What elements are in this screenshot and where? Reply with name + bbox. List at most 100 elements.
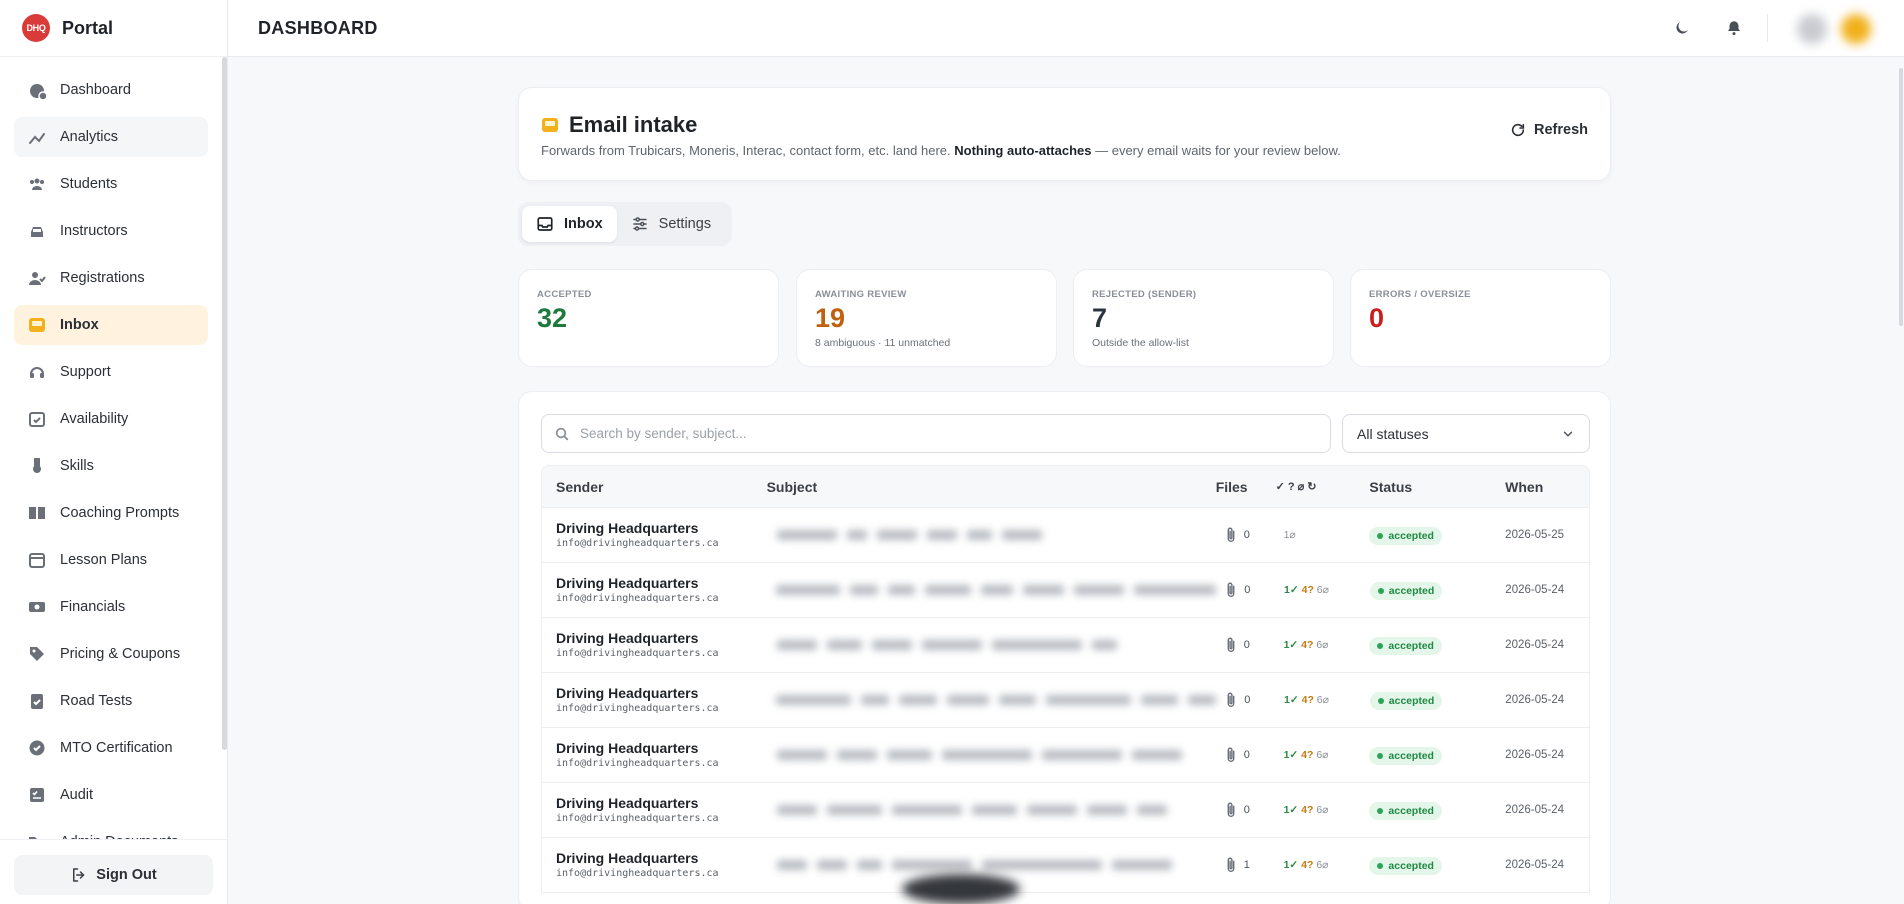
sidebar-item-availability[interactable]: Availability	[14, 399, 208, 439]
calendar-check-icon	[28, 410, 46, 428]
sender-email: info@drivingheadquarters.ca	[556, 703, 719, 714]
tab-inbox-label: Inbox	[564, 216, 603, 232]
medal-icon	[28, 457, 46, 475]
redacted-subject	[775, 630, 1216, 660]
sender-email: info@drivingheadquarters.ca	[556, 868, 719, 879]
paperclip-icon	[1227, 857, 1235, 872]
sidebar-item-pricing-coupons[interactable]: Pricing & Coupons	[14, 634, 208, 674]
flag-ok: 1✓	[1283, 804, 1299, 816]
sender-name: Driving Headquarters	[556, 850, 699, 866]
checklist-icon	[28, 786, 46, 804]
sidebar-item-label: Instructors	[60, 223, 128, 239]
flags-cell: 1✓ 4? 6⌀	[1276, 694, 1362, 706]
sidebar-scrollbar[interactable]	[222, 57, 227, 750]
redacted-subject	[775, 850, 1216, 880]
refresh-icon	[1511, 123, 1525, 137]
sidebar-item-label: Skills	[60, 458, 94, 474]
table-row[interactable]: Driving Headquarters info@drivingheadquar…	[541, 728, 1590, 783]
table-row[interactable]: Driving Headquarters info@drivingheadquar…	[541, 673, 1590, 728]
clipboard-check-icon	[28, 692, 46, 710]
subject-cell	[766, 685, 1217, 715]
when-cell: 2026-05-24	[1505, 694, 1565, 706]
header-files[interactable]: Files	[1216, 479, 1276, 495]
sidebar-item-students[interactable]: Students	[14, 164, 208, 204]
intake-title: Email intake	[541, 112, 697, 138]
files-cell: 0	[1216, 526, 1276, 544]
status-badge: accepted	[1369, 581, 1443, 600]
sidebar-item-dashboard[interactable]: Dashboard	[14, 70, 208, 110]
sidebar-item-registrations[interactable]: Registrations	[14, 258, 208, 298]
topbar: DASHBOARD	[228, 0, 1904, 57]
header-status[interactable]: Status	[1361, 479, 1497, 495]
table-row[interactable]: Driving Headquarters info@drivingheadquar…	[541, 508, 1590, 563]
sidebar-item-support[interactable]: Support	[14, 352, 208, 392]
blurred-avatar[interactable]	[1797, 14, 1827, 44]
status-cell: accepted	[1362, 581, 1498, 600]
sidebar-item-mto-certification[interactable]: MTO Certification	[14, 728, 208, 768]
files-cell: 0	[1216, 636, 1276, 654]
status-badge: accepted	[1369, 856, 1442, 875]
table-row[interactable]: Driving Headquarters info@drivingheadquar…	[541, 563, 1590, 618]
intake-title-text: Email intake	[569, 112, 698, 137]
brand[interactable]: DHQ Portal	[0, 0, 227, 57]
topbar-divider	[1767, 14, 1768, 42]
bell-icon[interactable]	[1723, 17, 1745, 39]
sidebar-item-financials[interactable]: Financials	[14, 587, 208, 627]
stat-value: 0	[1369, 303, 1385, 333]
intake-desc-suffix: — every email waits for your review belo…	[1091, 143, 1341, 158]
sidebar-item-road-tests[interactable]: Road Tests	[14, 681, 208, 721]
sidebar-item-skills[interactable]: Skills	[14, 446, 208, 486]
stat-value: 7	[1092, 303, 1108, 333]
search-box[interactable]	[541, 414, 1331, 453]
logo: DHQ	[22, 14, 50, 42]
search-input[interactable]	[580, 426, 1300, 441]
sidebar-item-analytics[interactable]: Analytics	[14, 117, 208, 157]
sidebar-item-label: Lesson Plans	[60, 552, 148, 568]
book-icon	[28, 504, 46, 522]
sign-out-label: Sign Out	[96, 867, 157, 883]
sign-out-button[interactable]: Sign Out	[14, 855, 213, 895]
sidebar-item-coaching-prompts[interactable]: Coaching Prompts	[14, 493, 208, 533]
header-flags[interactable]: ✓ ? ⌀ ↻	[1276, 480, 1362, 493]
redacted-subject	[775, 795, 1216, 825]
stat-label: ERRORS / OVERSIZE	[1369, 289, 1471, 300]
tab-settings[interactable]: Settings	[617, 206, 725, 242]
sidebar-item-admin-documents[interactable]: Admin Documents	[14, 822, 208, 840]
table-row[interactable]: Driving Headquarters info@drivingheadquar…	[541, 783, 1590, 838]
flag-ambiguous: 4?	[1301, 694, 1314, 706]
tab-inbox[interactable]: Inbox	[522, 206, 617, 242]
dark-mode-icon[interactable]	[1671, 17, 1693, 39]
table-row[interactable]: Driving Headquarters info@drivingheadquar…	[541, 838, 1590, 893]
header-sender[interactable]: Sender	[542, 479, 767, 495]
files-count: 0	[1243, 529, 1250, 541]
stat-value: 19	[815, 303, 846, 333]
sidebar-item-instructors[interactable]: Instructors	[14, 211, 208, 251]
sidebar-item-label: Analytics	[60, 129, 119, 145]
status-cell: accepted	[1362, 691, 1498, 710]
stat-subtext: Outside the allow-list	[1092, 337, 1189, 349]
refresh-button[interactable]: Refresh	[1510, 122, 1588, 138]
sidebar-item-lesson-plans[interactable]: Lesson Plans	[14, 540, 208, 580]
user-avatar[interactable]	[1841, 14, 1871, 44]
sender-name: Driving Headquarters	[556, 575, 699, 591]
status-filter-select[interactable]: All statuses	[1342, 414, 1590, 453]
header-subject[interactable]: Subject	[767, 479, 1216, 495]
intake-description: Forwards from Trubicars, Moneris, Intera…	[541, 143, 1341, 158]
status-cell: accepted	[1361, 526, 1497, 545]
chevron-down-icon	[1563, 431, 1573, 437]
flag-other: 6⌀	[1316, 584, 1329, 596]
stat-label: ACCEPTED	[537, 289, 592, 300]
brand-name: Portal	[62, 17, 114, 38]
files-count: 0	[1244, 694, 1251, 706]
paperclip-icon	[1227, 527, 1235, 542]
sidebar-item-audit[interactable]: Audit	[14, 775, 208, 815]
header-when[interactable]: When	[1497, 479, 1589, 495]
page-scrollbar[interactable]	[1899, 68, 1903, 326]
sidebar-item-inbox[interactable]: Inbox	[14, 305, 208, 345]
sidebar-item-label: Financials	[60, 599, 126, 615]
redacted-subject	[774, 575, 1217, 605]
files-count: 0	[1243, 749, 1250, 761]
stat-value: 32	[537, 303, 568, 333]
car-icon	[28, 222, 46, 240]
table-row[interactable]: Driving Headquarters info@drivingheadquar…	[541, 618, 1590, 673]
